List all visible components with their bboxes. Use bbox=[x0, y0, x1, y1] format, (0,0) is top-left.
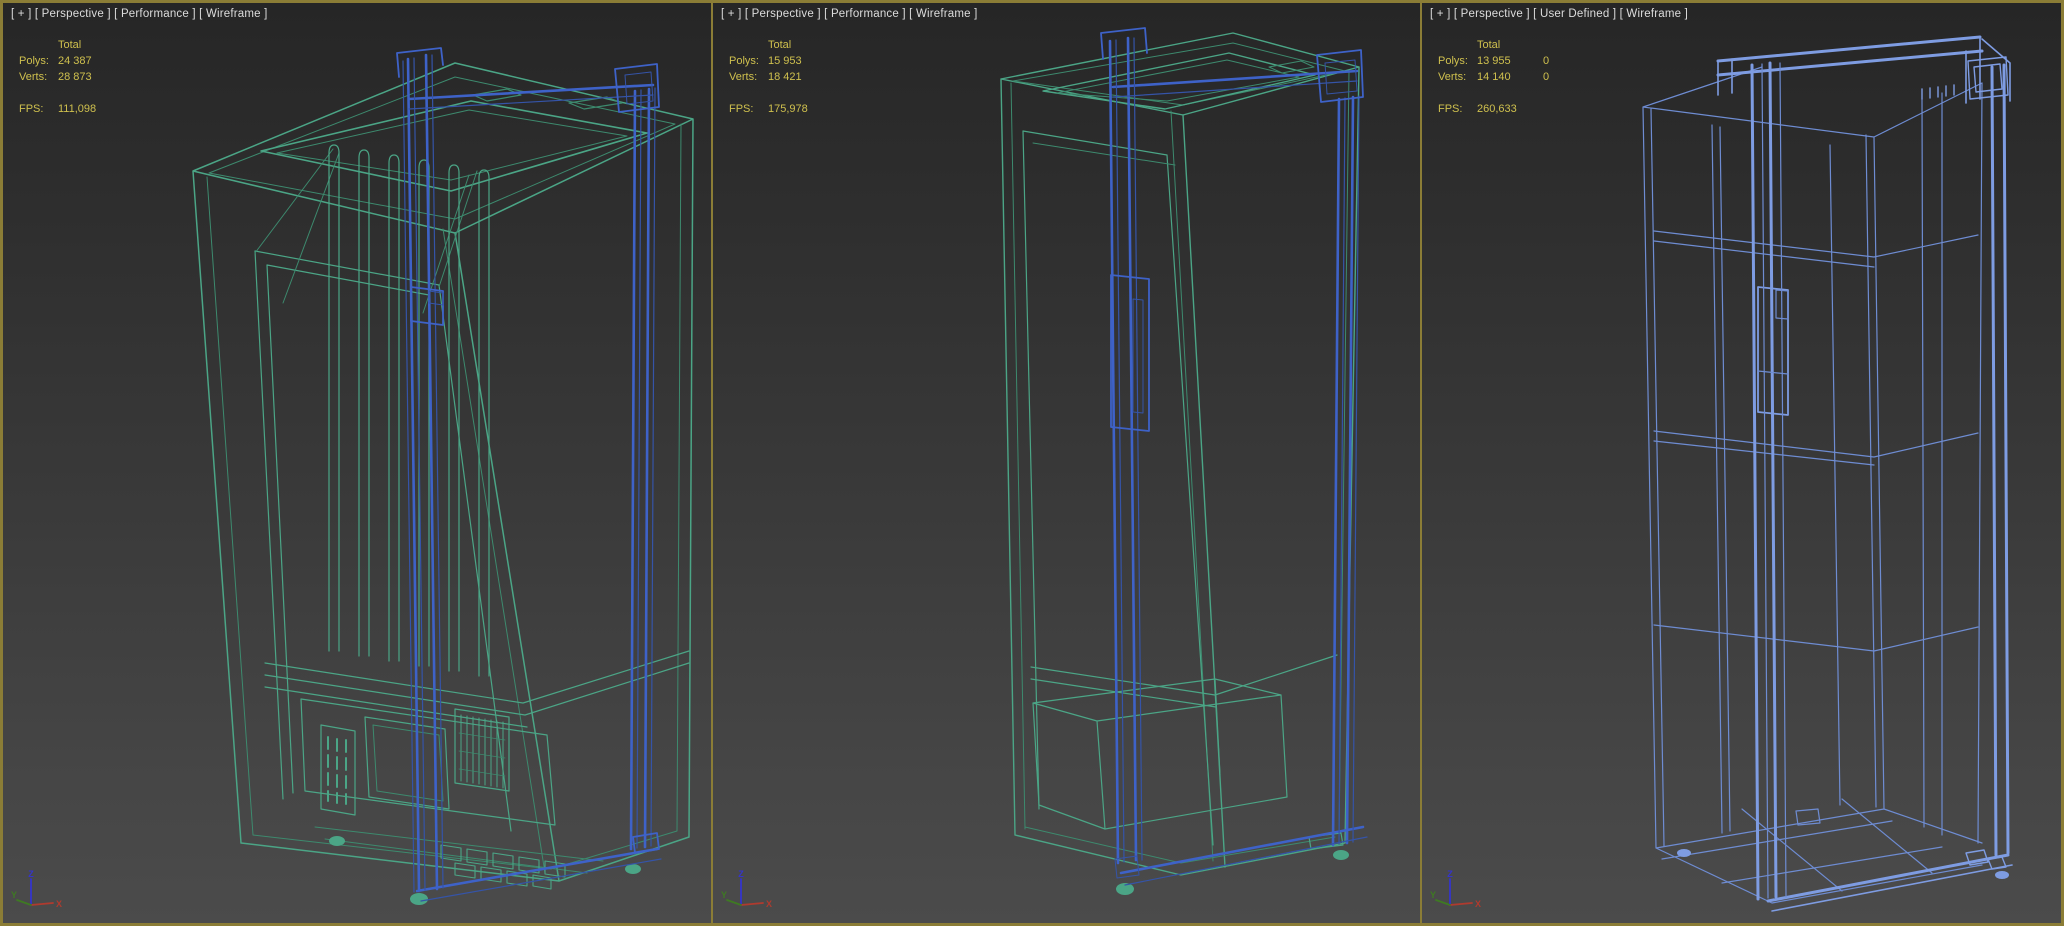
stats-verts-value: 28 873 bbox=[58, 71, 92, 83]
fridge-door-wireframe-selected[interactable] bbox=[1716, 35, 2013, 912]
viewport-1[interactable]: [ + ] [ Perspective ] [ Performance ] [ … bbox=[3, 3, 711, 923]
axis-x-label: X bbox=[766, 899, 772, 909]
stats-polys-selected: 0 bbox=[1543, 55, 1550, 67]
stats-total-label: Total bbox=[768, 39, 792, 51]
axis-gizmo: Z X Y bbox=[721, 869, 772, 909]
axis-gizmo: Z X Y bbox=[11, 869, 62, 909]
stats-verts-value: 18 421 bbox=[768, 71, 802, 83]
axis-y-label: Y bbox=[721, 890, 727, 900]
stats-fps-label: FPS: bbox=[19, 103, 44, 115]
stats-total-label: Total bbox=[58, 39, 82, 51]
axis-y-label: Y bbox=[11, 890, 17, 900]
fridge-body-wireframe[interactable] bbox=[1642, 66, 2009, 904]
stats-polys-label: Polys: bbox=[19, 55, 49, 67]
statistics-overlay: Total Polys: 13 955 0 Verts: 14 140 0 FPS: 26… bbox=[1422, 37, 1573, 117]
stats-fps-value: 175,978 bbox=[768, 103, 808, 115]
viewport-label[interactable]: [ + ] [ Perspective ] [ Performance ] [ … bbox=[721, 8, 978, 20]
stats-fps-label: FPS: bbox=[1438, 103, 1463, 115]
stats-polys-value: 15 953 bbox=[768, 55, 802, 67]
fridge-door-wireframe-selected[interactable] bbox=[1100, 27, 1368, 886]
fridge-body-wireframe[interactable] bbox=[192, 62, 694, 905]
max-multi-viewport: [ + ] [ Perspective ] [ Performance ] [ … bbox=[0, 0, 2064, 926]
fridge-wireframe-midpoly[interactable] bbox=[713, 3, 1420, 923]
stats-verts-label: Verts: bbox=[19, 71, 48, 83]
axis-z-label: Z bbox=[28, 869, 34, 879]
stats-verts-label: Verts: bbox=[1438, 71, 1467, 83]
viewport-3[interactable]: [ + ] [ Perspective ] [ User Defined ] [… bbox=[1422, 3, 2061, 923]
statistics-overlay: Total Polys: 15 953 Verts: 18 421 FPS: 175,… bbox=[713, 37, 834, 117]
viewport-label[interactable]: [ + ] [ Perspective ] [ User Defined ] [… bbox=[1430, 8, 1688, 20]
stats-verts-selected: 0 bbox=[1543, 71, 1550, 83]
viewport-label[interactable]: [ + ] [ Perspective ] [ Performance ] [ … bbox=[11, 8, 268, 20]
axis-y-label: Y bbox=[1430, 890, 1436, 900]
stats-polys-value: 13 955 bbox=[1477, 55, 1511, 67]
axis-z-label: Z bbox=[738, 869, 744, 879]
viewport-2[interactable]: [ + ] [ Perspective ] [ Performance ] [ … bbox=[713, 3, 1420, 923]
axis-x-label: X bbox=[56, 899, 62, 909]
stats-polys-value: 24 387 bbox=[58, 55, 92, 67]
stats-fps-value: 260,633 bbox=[1477, 103, 1517, 115]
stats-fps-value: 111,098 bbox=[58, 103, 97, 115]
stats-verts-label: Verts: bbox=[729, 71, 758, 83]
stats-total-label: Total bbox=[1477, 39, 1501, 51]
axis-gizmo: Z X Y bbox=[1430, 869, 1481, 909]
fridge-wireframe-lowpoly[interactable] bbox=[1422, 3, 2061, 923]
stats-polys-label: Polys: bbox=[729, 55, 759, 67]
stats-fps-label: FPS: bbox=[729, 103, 754, 115]
stats-polys-label: Polys: bbox=[1438, 55, 1468, 67]
statistics-overlay: Total Polys: 24 387 Verts: 28 873 FPS: 111,… bbox=[3, 37, 124, 117]
fridge-wireframe-highpoly[interactable] bbox=[3, 3, 711, 923]
axis-z-label: Z bbox=[1447, 869, 1453, 879]
stats-verts-value: 14 140 bbox=[1477, 71, 1511, 83]
axis-x-label: X bbox=[1475, 899, 1481, 909]
fridge-body-wireframe[interactable] bbox=[1000, 32, 1360, 895]
